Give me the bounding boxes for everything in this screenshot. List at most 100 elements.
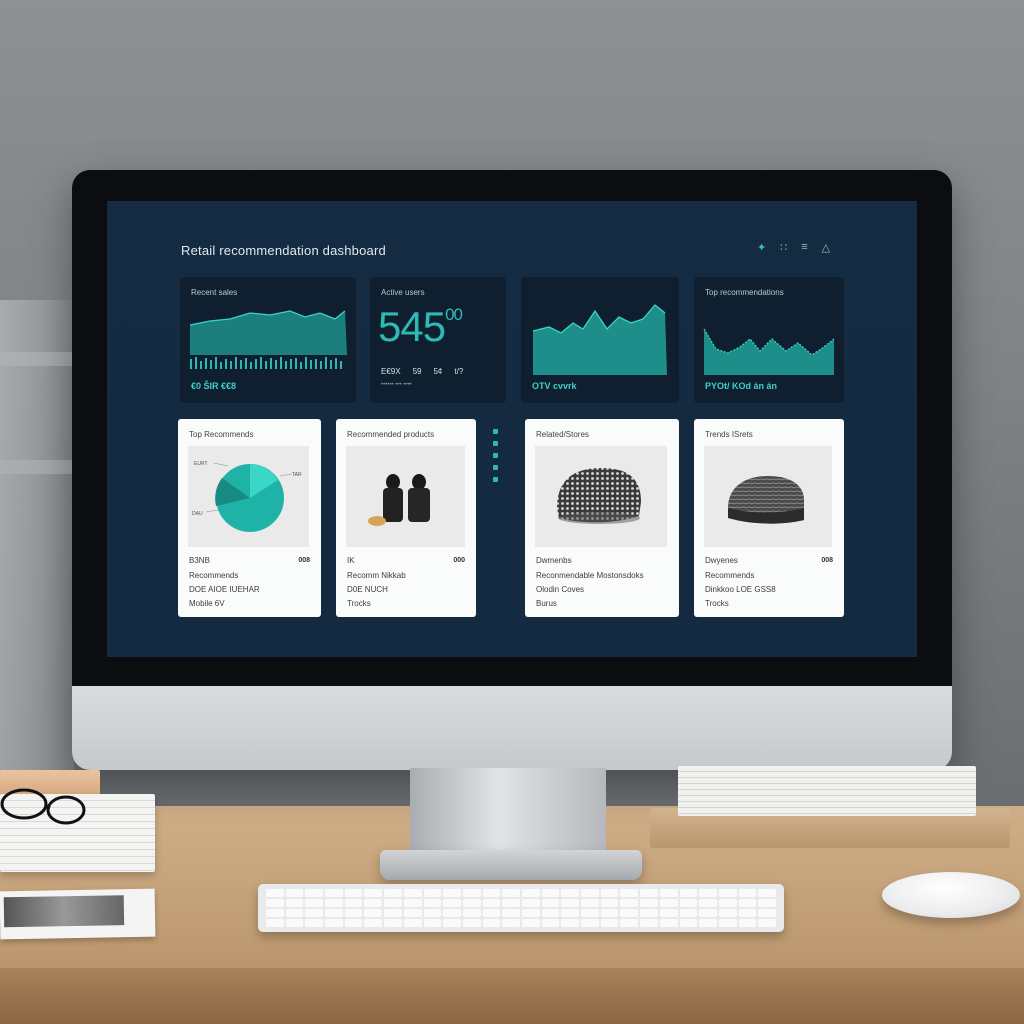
sparkle-icon[interactable]: ✦ (757, 241, 766, 254)
keyboard-key[interactable] (502, 899, 520, 907)
stat-panel-active-users[interactable]: Active users 54500 E€9X 59 5¢ t/? ••••••… (370, 277, 506, 403)
keyboard-key[interactable] (522, 889, 540, 897)
keyboard-key[interactable] (384, 899, 402, 907)
mouse[interactable] (882, 872, 1020, 918)
keyboard-key[interactable] (325, 919, 343, 927)
keyboard-key[interactable] (403, 909, 422, 917)
pager-dot[interactable] (493, 441, 498, 446)
keyboard-key[interactable] (482, 909, 501, 917)
product-card[interactable]: Trends ISrets Dwyenes 008 Recommends Din… (694, 419, 844, 617)
keyboard-key[interactable] (462, 899, 481, 907)
grid-icon[interactable]: ∷ (780, 241, 787, 254)
keyboard-key[interactable] (659, 889, 678, 897)
keyboard-key[interactable] (758, 919, 776, 927)
keyboard-key[interactable] (718, 889, 737, 897)
keyboard-key[interactable] (462, 919, 481, 927)
product-card[interactable]: Top Recommends EURT TAR DAU B3NB 008 Rec… (178, 419, 321, 617)
keyboard-key[interactable] (640, 889, 658, 897)
keyboard-key[interactable] (600, 909, 619, 917)
keyboard-key[interactable] (403, 889, 422, 897)
keyboard-key[interactable] (561, 919, 580, 927)
keyboard-key[interactable] (561, 889, 580, 897)
keyboard-key[interactable] (659, 909, 678, 917)
keyboard-key[interactable] (482, 919, 501, 927)
keyboard-key[interactable] (522, 909, 540, 917)
keyboard-key[interactable] (738, 889, 757, 897)
keyboard-key[interactable] (640, 899, 658, 907)
keyboard-key[interactable] (423, 909, 442, 917)
keyboard-key[interactable] (482, 899, 501, 907)
stat-panel-recent-sales[interactable]: Recent sales €0 ŠIR €€8 (180, 277, 356, 403)
keyboard-key[interactable] (620, 919, 639, 927)
keyboard-key[interactable] (640, 909, 658, 917)
keyboard-key[interactable] (403, 899, 422, 907)
keyboard-key[interactable] (699, 899, 717, 907)
keyboard-key[interactable] (285, 889, 304, 897)
keyboard-key[interactable] (344, 919, 363, 927)
keyboard-key[interactable] (738, 909, 757, 917)
keyboard-key[interactable] (462, 889, 481, 897)
alert-icon[interactable]: △ (822, 241, 830, 254)
keyboard-key[interactable] (443, 919, 461, 927)
keyboard-key[interactable] (344, 909, 363, 917)
keyboard-key[interactable] (482, 889, 501, 897)
keyboard-key[interactable] (285, 919, 304, 927)
keyboard-key[interactable] (600, 919, 619, 927)
keyboard-key[interactable] (699, 889, 717, 897)
keyboard-key[interactable] (679, 889, 698, 897)
keyboard-key[interactable] (561, 899, 580, 907)
keyboard-key[interactable] (659, 919, 678, 927)
keyboard-key[interactable] (679, 899, 698, 907)
keyboard-key[interactable] (462, 909, 481, 917)
keyboard-key[interactable] (325, 889, 343, 897)
keyboard-key[interactable] (266, 919, 284, 927)
keyboard-key[interactable] (443, 899, 461, 907)
keyboard-key[interactable] (718, 909, 737, 917)
keyboard-key[interactable] (718, 899, 737, 907)
pager-dot[interactable] (493, 453, 498, 458)
keyboard-key[interactable] (581, 909, 599, 917)
keyboard-key[interactable] (325, 909, 343, 917)
menu-icon[interactable]: ≡ (801, 241, 807, 254)
keyboard-key[interactable] (581, 899, 599, 907)
keyboard-key[interactable] (699, 919, 717, 927)
keyboard-key[interactable] (305, 899, 324, 907)
keyboard-key[interactable] (305, 919, 324, 927)
keyboard-key[interactable] (758, 889, 776, 897)
keyboard-key[interactable] (364, 889, 383, 897)
keyboard-key[interactable] (384, 909, 402, 917)
keyboard-key[interactable] (758, 909, 776, 917)
keyboard-key[interactable] (699, 909, 717, 917)
pager-dot[interactable] (493, 477, 498, 482)
keyboard-key[interactable] (423, 889, 442, 897)
keyboard-key[interactable] (738, 919, 757, 927)
product-card[interactable]: Related/Stores Dwmenbs Reconmendable Mos… (525, 419, 679, 617)
product-card[interactable]: Recommended products IK 000 Recomm Nikka… (336, 419, 476, 617)
keyboard-key[interactable] (285, 909, 304, 917)
keyboard-key[interactable] (266, 899, 284, 907)
keyboard-key[interactable] (502, 889, 520, 897)
keyboard-key[interactable] (443, 909, 461, 917)
keyboard-key[interactable] (423, 919, 442, 927)
keyboard[interactable] (258, 884, 784, 932)
keyboard-key[interactable] (266, 909, 284, 917)
keyboard-key[interactable] (581, 889, 599, 897)
keyboard-key[interactable] (581, 919, 599, 927)
keyboard-key[interactable] (344, 889, 363, 897)
keyboard-key[interactable] (522, 919, 540, 927)
keyboard-key[interactable] (285, 899, 304, 907)
keyboard-key[interactable] (620, 889, 639, 897)
keyboard-key[interactable] (620, 909, 639, 917)
keyboard-key[interactable] (384, 889, 402, 897)
keyboard-key[interactable] (679, 919, 698, 927)
keyboard-key[interactable] (384, 919, 402, 927)
keyboard-key[interactable] (718, 919, 737, 927)
keyboard-key[interactable] (305, 889, 324, 897)
keyboard-key[interactable] (364, 899, 383, 907)
keyboard-key[interactable] (305, 909, 324, 917)
keyboard-key[interactable] (541, 899, 560, 907)
keyboard-key[interactable] (502, 909, 520, 917)
keyboard-key[interactable] (758, 899, 776, 907)
keyboard-key[interactable] (561, 909, 580, 917)
keyboard-key[interactable] (541, 919, 560, 927)
